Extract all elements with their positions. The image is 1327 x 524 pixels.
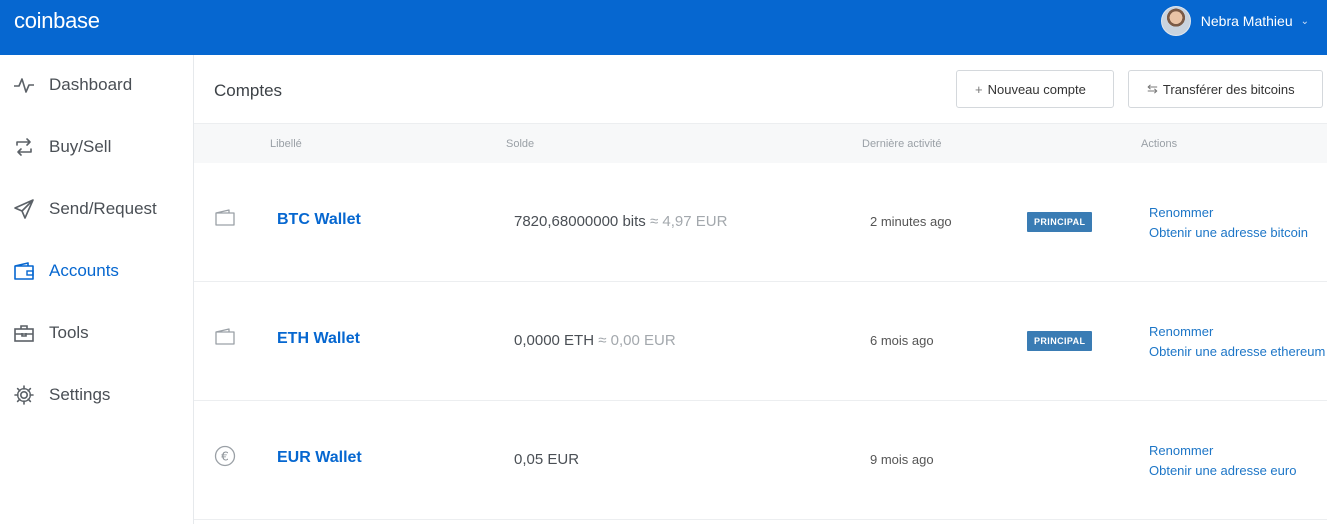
crypto-balance: 7820,68000000 bits — [514, 213, 646, 230]
row-actions: Renommer Obtenir une adresse ethereum — [1149, 322, 1325, 362]
crypto-balance: 0,0000 ETH — [514, 332, 595, 349]
last-activity: 2 minutes ago — [870, 214, 952, 229]
user-name: Nebra Mathieu — [1200, 13, 1293, 29]
fiat-balance: ≈ 4,97 EUR — [649, 213, 728, 230]
euro-coin-icon: € — [214, 445, 236, 467]
paper-plane-icon — [14, 199, 34, 219]
wallet-icon — [215, 328, 235, 345]
account-balance: 0,05 EUR — [514, 451, 579, 468]
account-balance: 7820,68000000 bits ≈ 4,97 EUR — [514, 213, 727, 230]
sidebar-item-label: Accounts — [49, 261, 119, 280]
sidebar-item-label: Tools — [49, 323, 89, 342]
svg-text:€: € — [221, 450, 229, 464]
plus-icon: + — [975, 81, 983, 97]
rename-link[interactable]: Renommer — [1149, 322, 1325, 342]
avatar — [1160, 6, 1191, 36]
transfer-label: Transférer des bitcoins — [1162, 81, 1295, 97]
column-header-last-activity: Dernière activité — [862, 138, 942, 150]
sidebar: Dashboard Buy/Sell Send/Request Accounts… — [0, 55, 194, 524]
sidebar-item-dashboard[interactable]: Dashboard — [0, 55, 193, 115]
sidebar-item-tools[interactable]: Tools — [0, 303, 193, 363]
coinbase-logo[interactable]: coinbase — [14, 8, 100, 34]
table-row: BTC Wallet 7820,68000000 bits ≈ 4,97 EUR… — [194, 163, 1327, 282]
new-account-button[interactable]: + Nouveau compte — [956, 70, 1114, 108]
get-address-link[interactable]: Obtenir une adresse bitcoin — [1149, 223, 1308, 243]
fiat-balance: ≈ 0,00 EUR — [598, 332, 676, 349]
top-bar: coinbase Nebra Mathieu ⌄ — [0, 0, 1327, 55]
sidebar-item-label: Buy/Sell — [49, 137, 112, 156]
column-header-label: Libellé — [270, 138, 302, 150]
get-address-link[interactable]: Obtenir une adresse euro — [1149, 461, 1296, 481]
sidebar-item-label: Send/Request — [49, 199, 157, 218]
transfer-icon: ⇆ — [1147, 81, 1158, 96]
gear-icon — [14, 385, 34, 405]
row-actions: Renommer Obtenir une adresse euro — [1149, 441, 1296, 481]
sidebar-item-send-request[interactable]: Send/Request — [0, 179, 193, 239]
swap-arrows-icon — [16, 138, 32, 156]
account-name[interactable]: ETH Wallet — [277, 330, 360, 348]
crypto-balance: 0,05 EUR — [514, 451, 580, 468]
row-actions: Renommer Obtenir une adresse bitcoin — [1149, 203, 1308, 243]
activity-icon — [14, 78, 34, 93]
sidebar-item-label: Dashboard — [49, 75, 133, 94]
page-header: Comptes + Nouveau compte ⇆ Transférer de… — [194, 55, 1327, 124]
chevron-down-icon: ⌄ — [1300, 15, 1309, 27]
rename-link[interactable]: Renommer — [1149, 203, 1308, 223]
account-name[interactable]: BTC Wallet — [277, 211, 361, 229]
column-header-balance: Solde — [506, 138, 535, 150]
rename-link[interactable]: Renommer — [1149, 441, 1296, 461]
table-row: ETH Wallet 0,0000 ETH ≈ 0,00 EUR 6 mois … — [194, 282, 1327, 401]
page-title: Comptes — [214, 81, 283, 100]
status-badge: PRINCIPAL — [1027, 212, 1093, 232]
sidebar-item-label: Settings — [49, 385, 111, 404]
wallet-icon — [14, 262, 34, 280]
get-address-link[interactable]: Obtenir une adresse ethereum — [1149, 342, 1325, 362]
toolbox-icon — [14, 325, 34, 342]
last-activity: 9 mois ago — [870, 452, 934, 467]
transfer-bitcoins-button[interactable]: ⇆ Transférer des bitcoins — [1128, 70, 1323, 108]
account-balance: 0,0000 ETH ≈ 0,00 EUR — [514, 332, 676, 349]
last-activity: 6 mois ago — [870, 333, 934, 348]
sidebar-item-buy-sell[interactable]: Buy/Sell — [0, 117, 193, 177]
column-header-actions: Actions — [1141, 138, 1178, 150]
account-name[interactable]: EUR Wallet — [277, 449, 362, 467]
new-account-label: Nouveau compte — [987, 81, 1086, 97]
sidebar-item-accounts[interactable]: Accounts — [0, 241, 193, 301]
table-row: € EUR Wallet 0,05 EUR 9 mois ago Renomme… — [194, 401, 1327, 520]
wallet-icon — [215, 209, 235, 226]
table-header: Libellé Solde Dernière activité Actions — [194, 124, 1327, 163]
status-badge: PRINCIPAL — [1027, 331, 1093, 351]
user-menu[interactable]: Nebra Mathieu ⌄ — [1160, 6, 1309, 36]
sidebar-item-settings[interactable]: Settings — [0, 365, 193, 425]
main-content: Comptes + Nouveau compte ⇆ Transférer de… — [194, 55, 1327, 524]
